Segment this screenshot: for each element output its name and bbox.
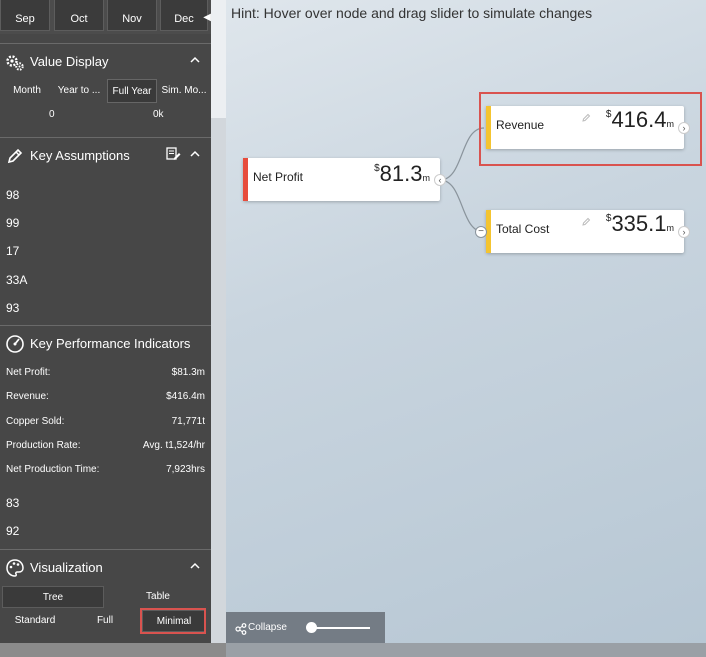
assumption-item[interactable]: 98 [6, 188, 19, 202]
highlight-box-revenue [479, 92, 702, 166]
chevron-up-icon[interactable] [189, 148, 201, 160]
kpi-label: Copper Sold: [6, 416, 65, 427]
kpi-value: 71,771t [171, 416, 205, 427]
chevron-left-icon[interactable]: ◀ [203, 12, 211, 23]
value-display-value-2: 0k [153, 109, 164, 120]
kpi-label: Production Rate: [6, 440, 81, 451]
scrollbar-track[interactable] [211, 118, 226, 643]
visualization-header[interactable]: Visualization [0, 549, 211, 583]
value-display-header[interactable]: Value Display [0, 43, 211, 77]
bottom-toolbar: Collapse [226, 612, 385, 643]
gauge-icon [5, 334, 25, 354]
option-year-to-date[interactable]: Year to ... [54, 79, 104, 103]
zoom-slider-track[interactable] [310, 627, 370, 629]
scrollbar-thumb[interactable] [226, 643, 706, 657]
palette-icon [5, 558, 25, 578]
horizontal-scrollbar[interactable] [0, 643, 706, 657]
share-nodes-icon[interactable] [235, 622, 247, 635]
detail-option-full[interactable]: Full [74, 610, 136, 632]
option-sim-month[interactable]: Sim. Mo... [159, 79, 209, 103]
edit-pencil-icon[interactable] [582, 213, 591, 226]
assumption-item[interactable]: 99 [6, 216, 19, 230]
kpi-label: Revenue: [6, 391, 49, 402]
kpi-header[interactable]: Key Performance Indicators [0, 325, 211, 359]
node-net-profit[interactable]: Net Profit $81.3m ‹ [243, 158, 446, 201]
tree-canvas: Hint: Hover over node and drag slider to… [226, 0, 706, 643]
highlight-box-minimal [140, 608, 206, 634]
kpi-label: Net Production Time: [6, 464, 100, 475]
edit-document-icon[interactable] [165, 146, 181, 162]
month-button-sep[interactable]: Sep [0, 0, 50, 31]
kpi-extra-item[interactable]: 92 [6, 524, 19, 538]
collapse-branch-icon[interactable]: − [475, 226, 487, 238]
month-button-oct[interactable]: Oct [54, 0, 104, 31]
assumption-item[interactable]: 17 [6, 244, 19, 258]
node-label: Total Cost [496, 222, 550, 236]
value-display-title: Value Display [30, 54, 109, 69]
node-status-bar [243, 158, 248, 201]
node-total-cost[interactable]: Total Cost $335.1m › [486, 210, 690, 253]
view-option-tree[interactable]: Tree [2, 586, 104, 608]
chevron-up-icon[interactable] [189, 54, 201, 66]
chevron-up-icon[interactable] [189, 560, 201, 572]
node-label: Net Profit [253, 170, 304, 184]
kpi-extra-item[interactable]: 83 [6, 496, 19, 510]
node-value: $81.3m [374, 161, 430, 186]
month-button-dec[interactable]: Dec [160, 0, 208, 31]
collapse-button[interactable]: Collapse [248, 622, 287, 633]
assumption-item[interactable]: 93 [6, 301, 19, 315]
scroll-gutter [211, 0, 226, 643]
kpi-value: $81.3m [171, 367, 205, 378]
option-full-year[interactable]: Full Year [107, 79, 157, 103]
connector-total-cost [439, 179, 485, 233]
visualization-title: Visualization [30, 560, 103, 575]
gears-icon [5, 52, 25, 72]
kpi-value: Avg. t1,524/hr [142, 440, 205, 451]
kpi-value: 7,923hrs [166, 464, 205, 475]
node-value: $335.1m [605, 211, 674, 236]
assumption-item[interactable]: 33A [6, 273, 27, 287]
pencil-icon [5, 146, 25, 166]
zoom-slider-knob[interactable] [306, 622, 317, 633]
view-option-table[interactable]: Table [108, 586, 208, 608]
collapse-node-icon[interactable]: ‹ [434, 174, 446, 186]
key-assumptions-title: Key Assumptions [30, 148, 130, 163]
month-selector: Sep Oct Nov Dec ◀ [0, 0, 211, 34]
option-month[interactable]: Month [6, 79, 48, 103]
kpi-value: $416.4m [166, 391, 205, 402]
kpi-label: Net Profit: [6, 367, 51, 378]
key-assumptions-header[interactable]: Key Assumptions [0, 137, 211, 171]
detail-option-standard[interactable]: Standard [4, 610, 66, 632]
kpi-title: Key Performance Indicators [30, 336, 191, 351]
expand-node-icon[interactable]: › [678, 226, 690, 238]
value-display-value-1: 0 [49, 109, 55, 120]
sidebar: Sep Oct Nov Dec ◀ Value Display Month Ye… [0, 0, 211, 643]
month-button-nov[interactable]: Nov [107, 0, 157, 31]
connector-revenue [439, 127, 485, 181]
